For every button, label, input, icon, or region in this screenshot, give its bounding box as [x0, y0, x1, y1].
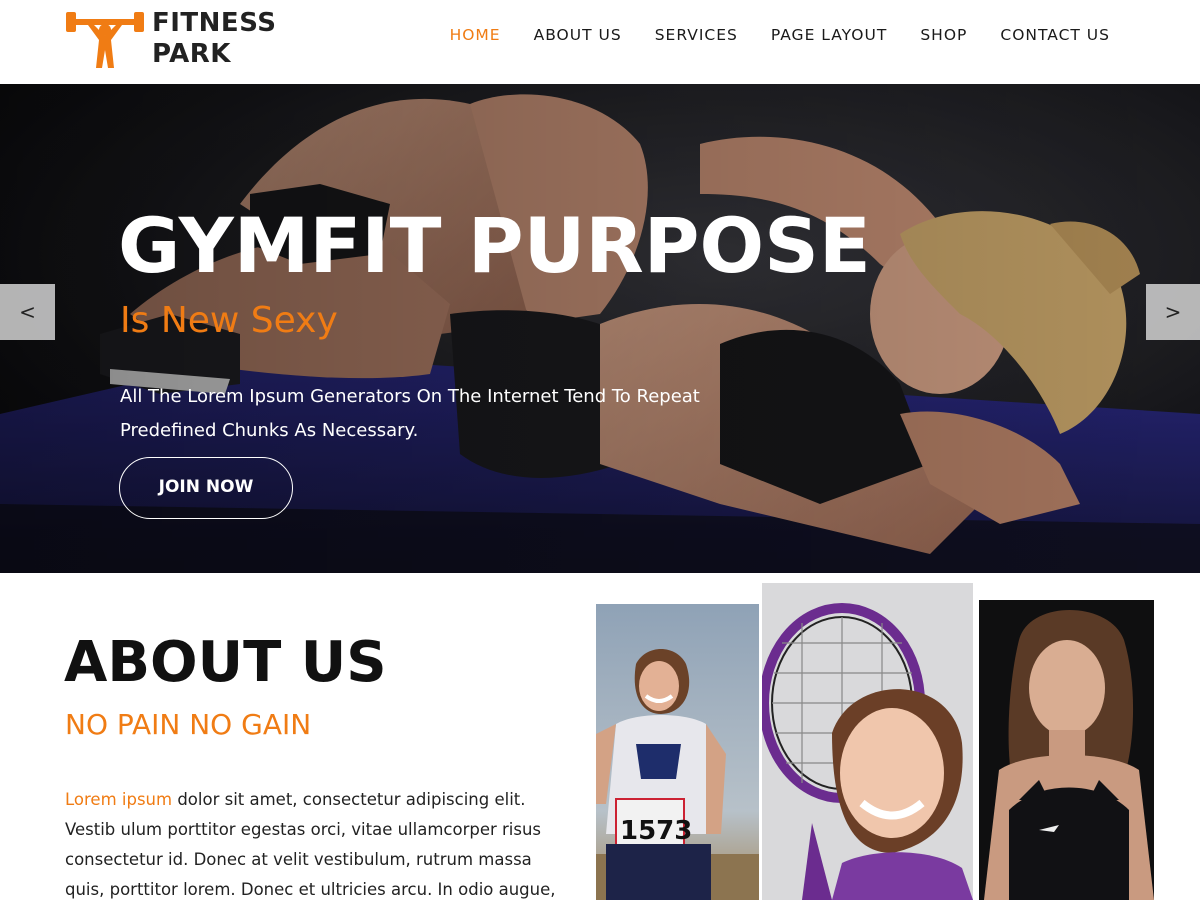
- barbell-logo-icon: [66, 12, 144, 68]
- about-highlight: Lorem ipsum: [65, 790, 173, 809]
- logo-line-2: PARK: [152, 39, 231, 69]
- slider-next-button[interactable]: >: [1146, 284, 1200, 340]
- runner-bib-number: 1573: [620, 816, 692, 846]
- hero-slider: GYMFIT PURPOSE Is New Sexy All The Lorem…: [0, 84, 1200, 573]
- athlete-portrait-photo: [979, 600, 1154, 900]
- nav-page-layout[interactable]: PAGE LAYOUT: [771, 24, 887, 46]
- slider-prev-button[interactable]: <: [0, 284, 55, 340]
- nav-services[interactable]: SERVICES: [655, 24, 738, 46]
- hero-subtitle: Is New Sexy: [120, 300, 338, 341]
- about-line-1-rest: dolor sit amet, consectetur adipiscing e…: [172, 790, 526, 809]
- nav-about-us[interactable]: ABOUT US: [534, 24, 622, 46]
- hero-description: All The Lorem Ipsum Generators On The In…: [120, 380, 740, 448]
- tennis-player-photo: [762, 583, 973, 900]
- about-line-3: consectetur id. Donec at velit vestibulu…: [65, 850, 532, 869]
- logo-wordmark: FITNESS PARK: [152, 8, 276, 70]
- about-line-2: Vestib ulum porttitor egestas orci, vita…: [65, 820, 542, 839]
- logo-line-1: FITNESS: [152, 8, 277, 38]
- nav-home[interactable]: HOME: [450, 24, 501, 46]
- site-logo[interactable]: FITNESS PARK: [66, 6, 276, 76]
- site-header: FITNESS PARK HOME ABOUT US SERVICES PAGE…: [0, 0, 1200, 84]
- join-now-button[interactable]: JOIN NOW: [119, 457, 293, 519]
- chevron-right-icon: >: [1164, 300, 1182, 324]
- runner-photo: 1573: [596, 604, 759, 900]
- chevron-left-icon: <: [19, 300, 36, 324]
- nav-shop[interactable]: SHOP: [920, 24, 967, 46]
- about-subtitle: NO PAIN NO GAIN: [65, 708, 312, 741]
- hero-description-line-1: All The Lorem Ipsum Generators On The In…: [120, 386, 700, 407]
- about-title: ABOUT US: [64, 630, 387, 695]
- about-line-4: quis, porttitor lorem. Donec et ultricie…: [65, 880, 556, 899]
- about-paragraph: Lorem ipsum dolor sit amet, consectetur …: [65, 785, 556, 900]
- main-nav: HOME ABOUT US SERVICES PAGE LAYOUT SHOP …: [417, 24, 1110, 46]
- about-line-1: Lorem ipsum dolor sit amet, consectetur …: [65, 785, 545, 815]
- nav-contact-us[interactable]: CONTACT US: [1000, 24, 1110, 46]
- hero-title: GYMFIT PURPOSE: [118, 201, 871, 290]
- hero-description-line-2: Predefined Chunks As Necessary.: [120, 420, 419, 441]
